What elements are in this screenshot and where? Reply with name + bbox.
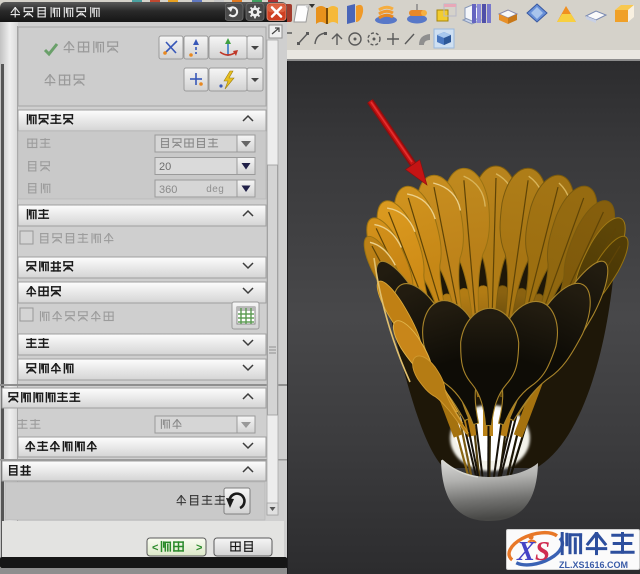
svg-text:X: X xyxy=(516,536,536,566)
svg-text:<: < xyxy=(152,542,158,554)
svg-text:deg: deg xyxy=(206,184,224,196)
svg-text:>: > xyxy=(196,542,202,554)
svg-text:20: 20 xyxy=(159,161,171,173)
svg-text:360: 360 xyxy=(159,184,177,196)
svg-text:S: S xyxy=(535,536,550,566)
svg-text:ZL.XS1616.COM: ZL.XS1616.COM xyxy=(559,560,628,570)
